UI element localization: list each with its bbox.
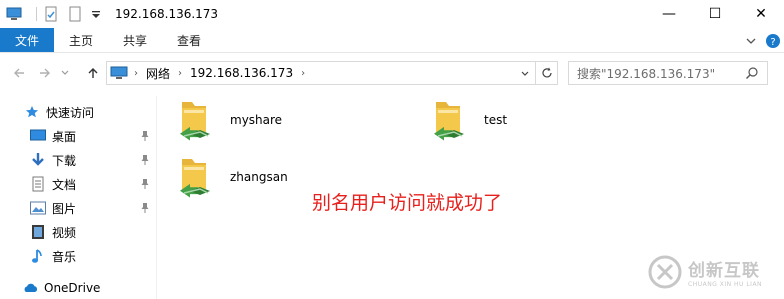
- sidebar-item-label: OneDrive: [44, 281, 101, 295]
- annotation-text: 别名用户访问就成功了: [312, 192, 503, 214]
- chevron-down-icon: [521, 71, 529, 76]
- shared-folder-icon: [180, 102, 210, 141]
- sidebar-item-desktop[interactable]: 桌面: [0, 124, 156, 148]
- up-button[interactable]: [82, 62, 104, 84]
- search-placeholder: 搜索"192.168.136.173": [577, 66, 716, 81]
- share-name: zhangsan: [230, 170, 288, 184]
- search-icon: [746, 67, 758, 79]
- customize-dropdown-icon[interactable]: [91, 6, 101, 22]
- sidebar-item-documents[interactable]: 文档: [0, 172, 156, 196]
- sidebar-item-label: 音乐: [52, 249, 77, 264]
- breadcrumb-separator: ›: [134, 67, 138, 79]
- cloud-icon: [22, 280, 38, 296]
- tab-file[interactable]: 文件: [0, 28, 55, 52]
- address-bar[interactable]: › 网络 › 192.168.136.173 ›: [106, 61, 558, 85]
- sidebar-item-label: 快速访问: [46, 105, 95, 120]
- breadcrumb-host[interactable]: 192.168.136.173: [190, 66, 293, 80]
- watermark-subtitle: CHUANG XIN HU LIAN: [688, 281, 763, 288]
- sidebar-item-pictures[interactable]: 图片: [0, 196, 156, 220]
- pin-icon[interactable]: [139, 154, 151, 166]
- chevron-down-icon: [61, 70, 69, 75]
- sidebar-item-music[interactable]: 音乐: [0, 244, 156, 268]
- maximize-button[interactable]: ☐: [692, 0, 738, 28]
- sidebar-item-label: 文档: [52, 177, 77, 192]
- forward-button[interactable]: [34, 62, 56, 84]
- search-input[interactable]: 搜索"192.168.136.173": [568, 61, 768, 85]
- sidebar-item-videos[interactable]: 视频: [0, 220, 156, 244]
- address-dropdown-button[interactable]: [517, 66, 533, 82]
- brand-logo-icon: [648, 255, 682, 289]
- pin-icon[interactable]: [139, 202, 151, 214]
- toolbar-separator: [36, 7, 37, 21]
- refresh-icon: [541, 67, 552, 78]
- sidebar-item-onedrive[interactable]: OneDrive: [0, 276, 156, 299]
- sidebar-item-quick-access[interactable]: 快速访问: [0, 100, 156, 124]
- forward-arrow-icon: [40, 68, 50, 78]
- sidebar-item-label: 桌面: [52, 129, 77, 144]
- quick-access-toolbar: 192.168.136.173: [0, 0, 218, 28]
- breadcrumb-separator: ›: [301, 67, 306, 79]
- title-bar: 192.168.136.173 — ☐ ✕: [0, 0, 784, 28]
- watermark-text: 创新互联 CHUANG XIN HU LIAN: [688, 256, 762, 288]
- pin-icon[interactable]: [139, 178, 151, 190]
- download-icon: [30, 152, 46, 168]
- share-name: test: [484, 113, 508, 127]
- back-button[interactable]: [8, 62, 30, 84]
- help-icon[interactable]: ?: [762, 30, 784, 52]
- tab-home[interactable]: 主页: [54, 28, 108, 52]
- sidebar-item-downloads[interactable]: 下载: [0, 148, 156, 172]
- documents-icon: [30, 176, 46, 192]
- close-button[interactable]: ✕: [738, 0, 784, 28]
- navigation-pane: 快速访问 桌面 下载 文档 图片 视频 音乐 OneDrive: [0, 96, 156, 299]
- navigation-bar: › 网络 › 192.168.136.173 › 搜索"192.168.136.…: [0, 57, 784, 89]
- new-folder-icon[interactable]: [67, 6, 83, 22]
- window-controls: — ☐ ✕: [646, 0, 784, 28]
- tab-view[interactable]: 查看: [162, 28, 216, 52]
- ribbon-controls: ?: [740, 28, 784, 53]
- pane-divider[interactable]: [156, 96, 157, 299]
- music-icon: [30, 248, 46, 264]
- minimize-button[interactable]: —: [646, 0, 692, 28]
- shared-folder-icon: [434, 102, 464, 141]
- up-arrow-icon: [88, 68, 98, 78]
- ribbon-tabs: 文件 主页 共享 查看 ?: [0, 28, 784, 53]
- svg-text:?: ?: [770, 37, 775, 48]
- share-folder-item[interactable]: myshare: [176, 98, 282, 142]
- share-name: myshare: [230, 113, 283, 127]
- sidebar-item-label: 视频: [52, 225, 77, 240]
- share-folder-item[interactable]: test: [430, 98, 507, 142]
- sidebar-item-label: 图片: [52, 201, 77, 216]
- expand-ribbon-icon[interactable]: [740, 30, 762, 52]
- sidebar-item-label: 下载: [52, 153, 77, 168]
- shared-folder-icon: [180, 159, 210, 198]
- properties-icon[interactable]: [43, 6, 59, 22]
- refresh-button[interactable]: [535, 61, 557, 85]
- breadcrumb-separator: ›: [178, 67, 183, 79]
- computer-icon[interactable]: [6, 6, 22, 22]
- star-icon: [24, 104, 40, 120]
- computer-icon: [110, 66, 128, 79]
- recent-locations-button[interactable]: [58, 62, 72, 84]
- pin-icon[interactable]: [139, 130, 151, 142]
- pictures-icon: [30, 200, 46, 216]
- watermark: 创新互联 CHUANG XIN HU LIAN: [648, 252, 784, 292]
- back-arrow-icon: [14, 68, 24, 78]
- breadcrumb-network[interactable]: 网络: [146, 65, 170, 82]
- videos-icon: [30, 224, 46, 240]
- share-folder-item[interactable]: zhangsan: [176, 155, 288, 199]
- window-title: 192.168.136.173: [115, 7, 219, 21]
- desktop-icon: [30, 128, 46, 144]
- tab-share[interactable]: 共享: [108, 28, 162, 52]
- watermark-brand: 创新互联: [688, 261, 760, 281]
